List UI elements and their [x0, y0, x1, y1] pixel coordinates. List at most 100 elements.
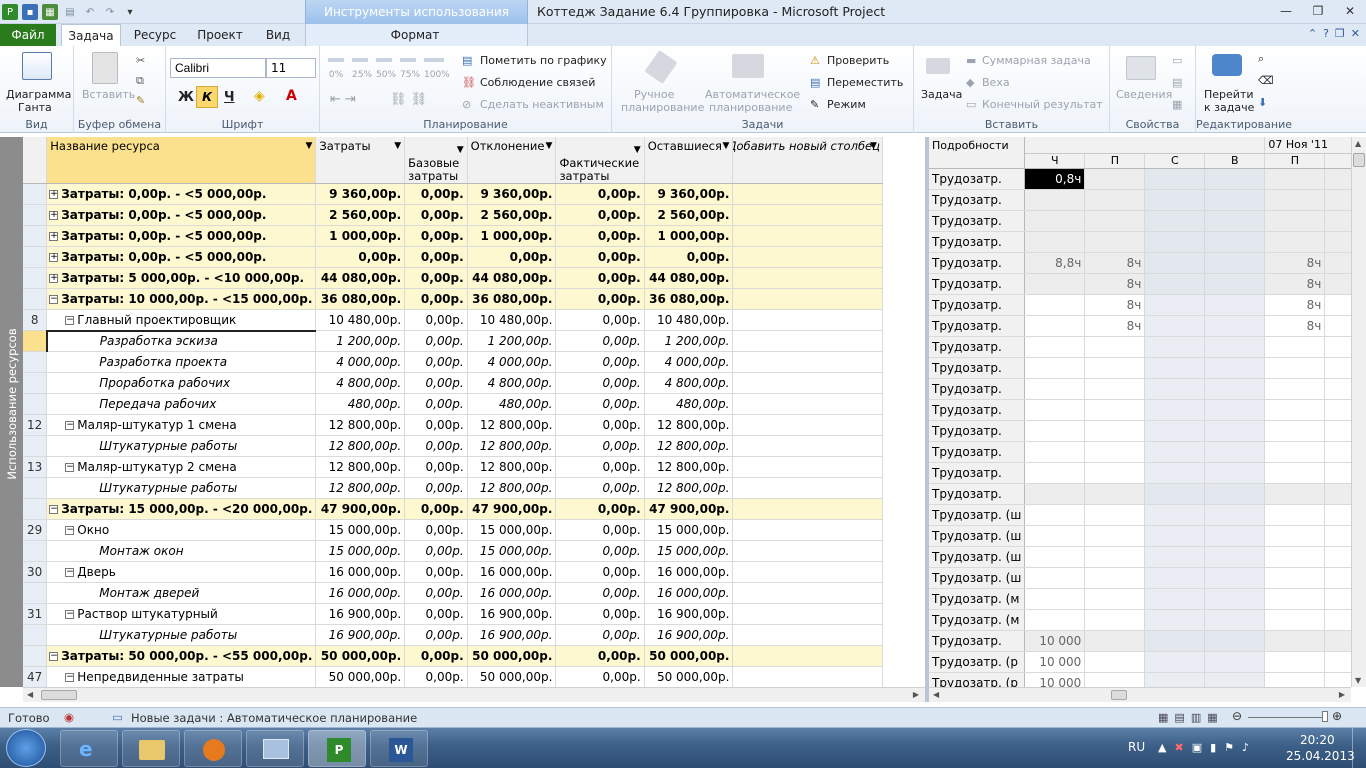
assignment-row[interactable]: Разработка эскиза 1 200,00р. 0,00р. 1 200,0…: [23, 329, 883, 352]
timescale-cell[interactable]: 8ч: [1084, 273, 1146, 295]
cell-variance[interactable]: 50 000,00р.: [467, 645, 557, 667]
group-row[interactable]: − Затраты: 15 000,00р. - <20 000,00р. 47 9…: [23, 498, 883, 520]
timescale-cell[interactable]: [1204, 462, 1266, 484]
cell-variance[interactable]: 16 900,00р.: [467, 603, 557, 625]
timescale-cell[interactable]: [1204, 504, 1266, 526]
timescale-cell[interactable]: [1144, 210, 1206, 232]
timescale-cell[interactable]: [1024, 567, 1086, 589]
cell-remaining[interactable]: 4 800,00р.: [644, 372, 734, 394]
assignment-row[interactable]: Штукатурные работы 16 900,00р. 0,00р. 16 90…: [23, 624, 883, 646]
timescale-cell[interactable]: [1024, 336, 1086, 358]
doc-close-icon[interactable]: ✕: [1351, 27, 1360, 40]
cell-cost[interactable]: 16 000,00р.: [315, 582, 406, 604]
resource-row[interactable]: 47− Непредвиденные затраты 50 000,00р. 0,00…: [23, 666, 883, 687]
row-id[interactable]: [23, 498, 48, 520]
manual-schedule-button[interactable]: Ручное: [634, 88, 674, 101]
assignment-row[interactable]: Монтаж дверей 16 000,00р. 0,00р. 16 000,00р…: [23, 582, 883, 604]
timescale-cell[interactable]: [1264, 546, 1326, 568]
cell-baseline-cost[interactable]: 0,00р.: [404, 267, 468, 289]
cell-remaining[interactable]: 15 000,00р.: [644, 540, 734, 562]
cell-actual-cost[interactable]: 0,00р.: [555, 267, 645, 289]
col-header-baseline[interactable]: ▼ Базовые затраты: [404, 137, 468, 184]
timescale-hscroll-thumb[interactable]: [1111, 690, 1127, 700]
timescale-cell[interactable]: 8ч: [1264, 294, 1326, 316]
cell-variance[interactable]: 12 800,00р.: [467, 477, 557, 499]
information-button[interactable]: Сведения: [1116, 88, 1172, 101]
copy-icon[interactable]: ⧉: [136, 74, 144, 88]
timescale-cell[interactable]: [1024, 525, 1086, 547]
cell-cost[interactable]: 47 900,00р.: [315, 498, 406, 520]
cell-resource-name[interactable]: Монтаж окон: [46, 540, 317, 562]
row-id[interactable]: [23, 645, 48, 667]
collapse-icon[interactable]: −: [49, 505, 59, 514]
move-button[interactable]: Переместить: [827, 76, 903, 89]
cell-new-column[interactable]: [732, 456, 883, 478]
cell-baseline-cost[interactable]: 0,00р.: [404, 204, 468, 226]
cell-remaining[interactable]: 44 080,00р.: [644, 267, 734, 289]
cell-variance[interactable]: 36 080,00р.: [467, 288, 557, 310]
detail-label[interactable]: Трудозатр.: [929, 252, 1026, 274]
font-color-icon[interactable]: A: [286, 88, 297, 104]
timescale-cell[interactable]: [1264, 357, 1326, 379]
collapse-icon[interactable]: −: [65, 315, 75, 325]
respect-links-button[interactable]: Соблюдение связей: [480, 76, 595, 89]
cell-cost[interactable]: 44 080,00р.: [315, 267, 406, 289]
timescale-cell[interactable]: [1144, 252, 1206, 274]
detail-label[interactable]: Трудозатр.: [929, 483, 1026, 505]
cell-baseline-cost[interactable]: 0,00р.: [404, 624, 468, 646]
cell-actual-cost[interactable]: 0,00р.: [555, 582, 645, 604]
cell-baseline-cost[interactable]: 0,00р.: [404, 645, 468, 667]
row-id[interactable]: [23, 183, 48, 205]
scroll-left-icon[interactable]: ◀: [27, 690, 33, 699]
cell-baseline-cost[interactable]: 0,00р.: [404, 372, 468, 394]
detail-label[interactable]: Трудозатр. (ш: [929, 546, 1026, 568]
col-header-variance[interactable]: Отклонение ▼: [467, 137, 557, 184]
timescale-cell[interactable]: 10 000: [1024, 672, 1086, 687]
cell-resource-name[interactable]: + Затраты: 0,00р. - <5 000,00р.: [46, 204, 317, 226]
timescale-cell[interactable]: [1264, 525, 1326, 547]
detail-label[interactable]: Трудозатр.: [929, 294, 1026, 316]
cell-actual-cost[interactable]: 0,00р.: [555, 498, 645, 520]
cell-variance[interactable]: 47 900,00р.: [467, 498, 557, 520]
cell-resource-name[interactable]: Штукатурные работы: [46, 477, 317, 499]
scroll-down-icon[interactable]: ▼: [1355, 676, 1361, 685]
detail-label[interactable]: Трудозатр. (р: [929, 672, 1026, 687]
detail-label[interactable]: Трудозатр. (м: [929, 588, 1026, 610]
save-icon[interactable]: ▪: [22, 4, 38, 20]
cell-baseline-cost[interactable]: 0,00р.: [404, 351, 468, 373]
timescale-cell[interactable]: 8ч: [1264, 273, 1326, 295]
insert-task-button[interactable]: Задача: [921, 88, 962, 101]
cell-actual-cost[interactable]: 0,00р.: [555, 204, 645, 226]
cell-cost[interactable]: 10 480,00р.: [315, 309, 406, 331]
cell-remaining[interactable]: 480,00р.: [644, 393, 734, 415]
gantt-quick-icon[interactable]: ▦: [42, 4, 58, 20]
cell-remaining[interactable]: 12 800,00р.: [644, 456, 734, 478]
cell-actual-cost[interactable]: 0,00р.: [555, 477, 645, 499]
timescale-cell[interactable]: [1144, 651, 1206, 673]
timescale-cell[interactable]: 8,8ч: [1024, 252, 1086, 274]
cell-baseline-cost[interactable]: 0,00р.: [404, 582, 468, 604]
view-team-planner-icon[interactable]: ▥: [1191, 711, 1201, 724]
scroll-right-icon[interactable]: ▶: [913, 690, 919, 699]
zoom-slider[interactable]: ⊖ ⊕: [1232, 709, 1342, 724]
timescale-cell[interactable]: 10 000: [1024, 630, 1086, 652]
dropdown-arrow-icon[interactable]: ▼: [305, 140, 312, 153]
cell-baseline-cost[interactable]: 0,00р.: [404, 288, 468, 310]
cell-baseline-cost[interactable]: 0,00р.: [404, 435, 468, 457]
timescale-cell[interactable]: [1204, 609, 1266, 631]
cell-cost[interactable]: 50 000,00р.: [315, 645, 406, 667]
cell-remaining[interactable]: 9 360,00р.: [644, 183, 734, 205]
timescale-cell[interactable]: [1264, 210, 1326, 232]
format-painter-icon[interactable]: ✎: [136, 94, 145, 107]
mode-button[interactable]: Режим: [827, 98, 866, 111]
timescale-cell[interactable]: [1024, 231, 1086, 253]
scroll-to-task-button[interactable]: Перейти: [1204, 88, 1254, 101]
pct-0-button[interactable]: 0%: [328, 58, 344, 80]
timescale-cell[interactable]: [1144, 567, 1206, 589]
col-header-remaining[interactable]: Оставшиеся ▼: [644, 137, 734, 184]
timescale-cell[interactable]: [1024, 399, 1086, 421]
expand-icon[interactable]: +: [49, 232, 59, 241]
cell-new-column[interactable]: [732, 372, 883, 394]
timescale-cell[interactable]: [1084, 651, 1146, 673]
row-id[interactable]: [23, 351, 48, 373]
